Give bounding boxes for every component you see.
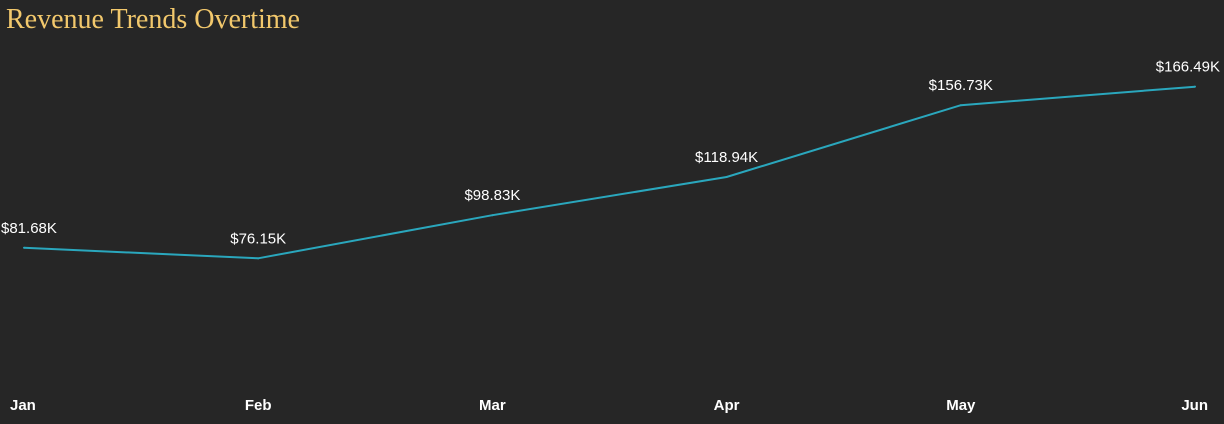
- data-point: [959, 104, 962, 107]
- data-point: [1194, 85, 1196, 88]
- x-tick-label: Apr: [714, 397, 740, 414]
- x-tick-label: Mar: [479, 397, 506, 414]
- data-label: $81.68K: [1, 220, 57, 237]
- x-tick-label: Jun: [1181, 397, 1208, 414]
- data-point: [491, 214, 494, 217]
- data-label: $76.15K: [230, 230, 286, 247]
- data-label: $118.94K: [695, 149, 758, 166]
- data-label: $156.73K: [929, 77, 993, 94]
- data-label: $166.49K: [1156, 59, 1220, 76]
- data-point: [257, 257, 260, 260]
- x-tick-label: Jan: [10, 397, 36, 414]
- revenue-line-chart: $81.68K $76.15K $98.83K $118.94K $156.73K $16…: [1, 59, 1220, 414]
- data-label: $98.83K: [464, 187, 520, 204]
- x-tick-label: May: [946, 397, 976, 414]
- series-line: [23, 85, 1196, 260]
- x-tick-label: Feb: [245, 397, 272, 414]
- data-point: [725, 176, 728, 179]
- data-point: [23, 246, 25, 249]
